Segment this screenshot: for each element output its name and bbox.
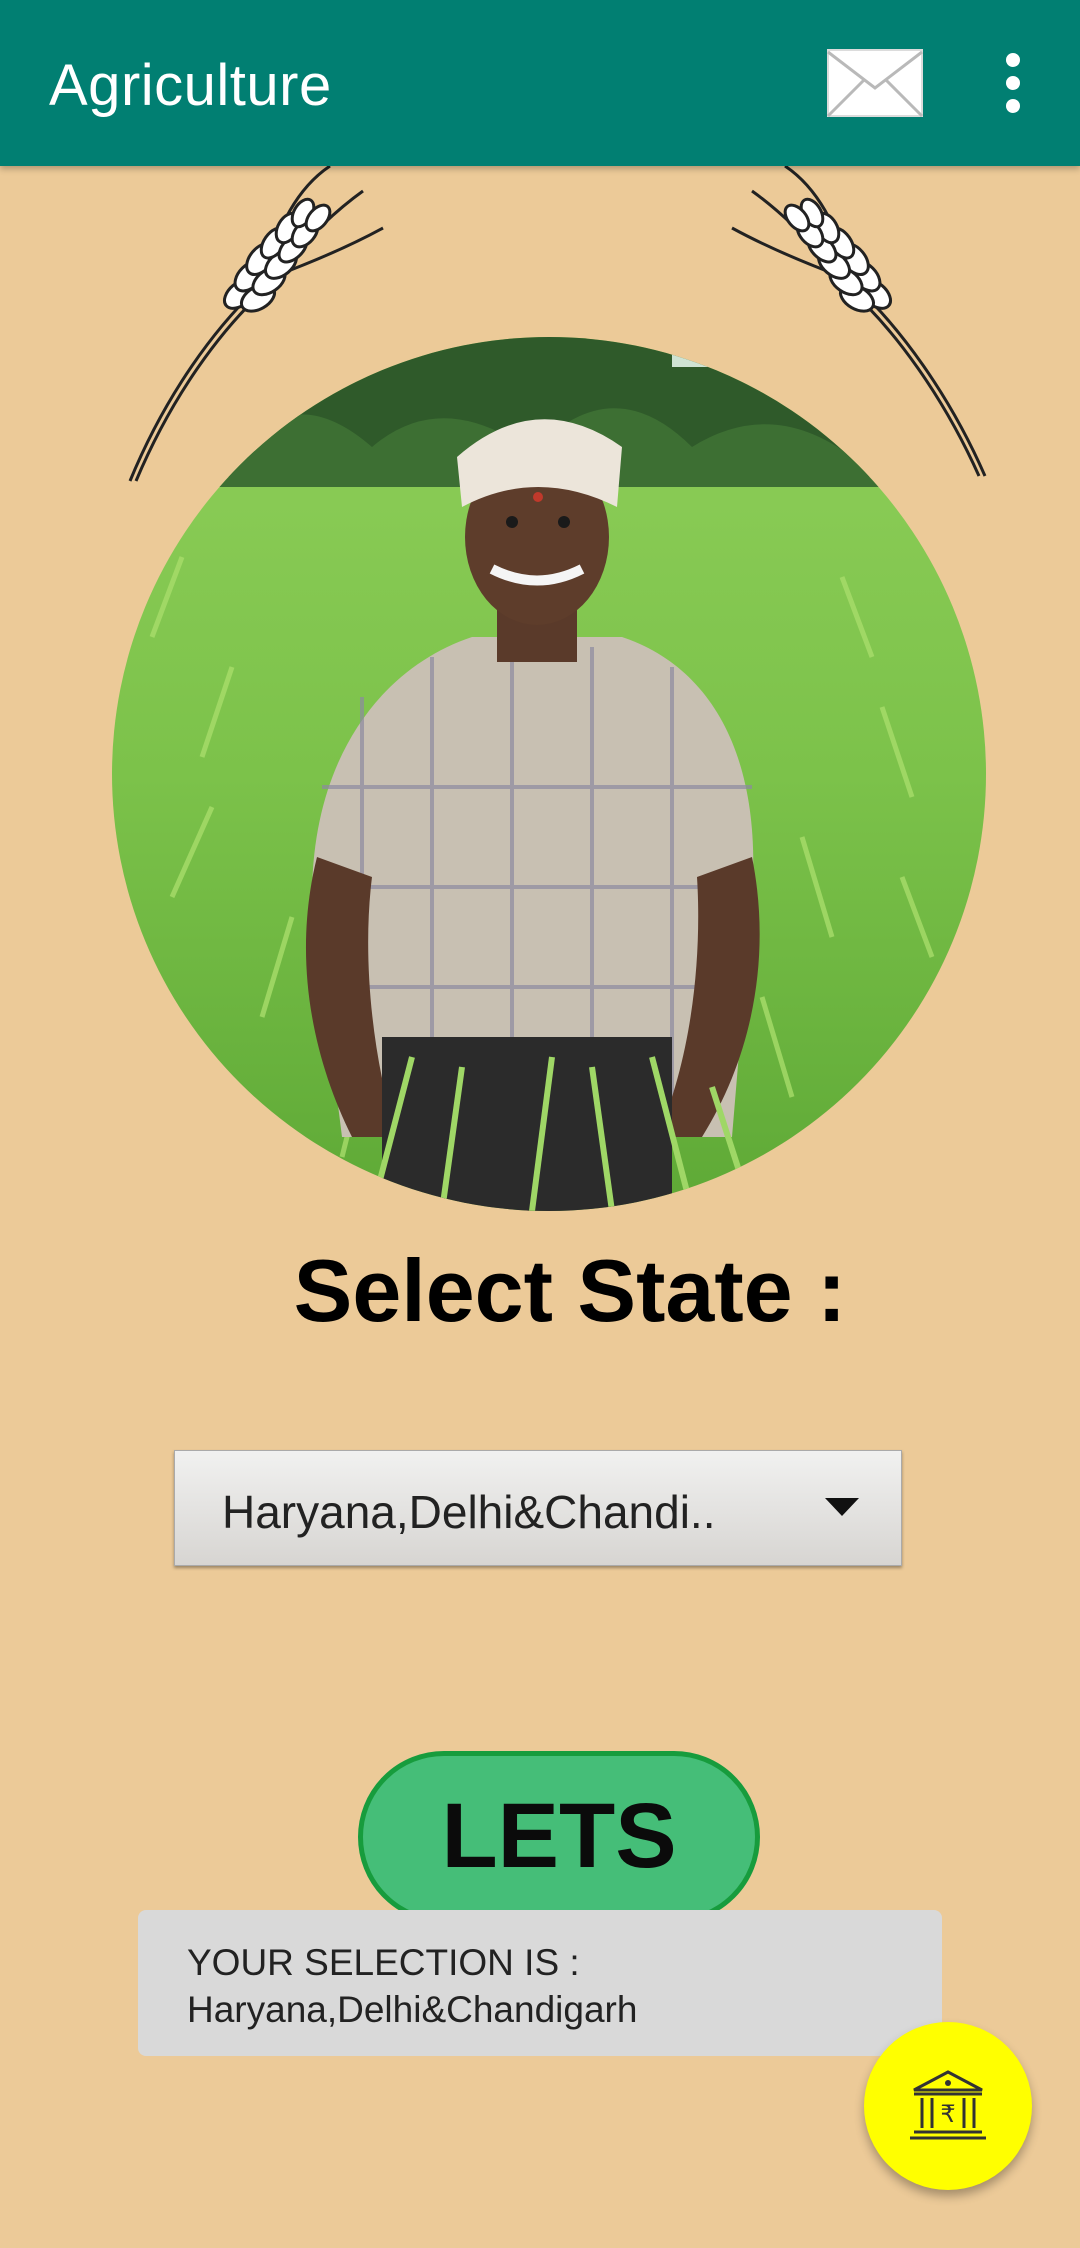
select-state-label: Select State : bbox=[293, 1241, 847, 1340]
mail-icon bbox=[826, 49, 924, 118]
selection-toast: YOUR SELECTION IS : Haryana,Delhi&Chandi… bbox=[138, 1910, 942, 2056]
overflow-menu-button[interactable] bbox=[990, 50, 1036, 116]
dropdown-arrow-icon bbox=[825, 1498, 859, 1516]
farmer-photo bbox=[112, 337, 986, 1211]
lets-go-button[interactable]: LETS GO bbox=[358, 1751, 760, 2047]
bank-fab-button[interactable]: ₹ bbox=[864, 2022, 1032, 2190]
svg-text:₹: ₹ bbox=[940, 2100, 955, 2128]
state-dropdown[interactable]: Haryana,Delhi&Chandi.. bbox=[174, 1450, 902, 1566]
more-vert-icon bbox=[1006, 53, 1020, 113]
app-bar: Agriculture bbox=[0, 0, 1080, 166]
toast-heading: YOUR SELECTION IS : bbox=[187, 1942, 580, 1983]
toast-selection-value: Haryana,Delhi&Chandigarh bbox=[187, 1989, 638, 2030]
mail-button[interactable] bbox=[826, 48, 924, 118]
state-dropdown-value: Haryana,Delhi&Chandi.. bbox=[222, 1486, 716, 1538]
bank-rupee-icon: ₹ bbox=[910, 2070, 986, 2140]
app-title: Agriculture bbox=[49, 53, 332, 118]
